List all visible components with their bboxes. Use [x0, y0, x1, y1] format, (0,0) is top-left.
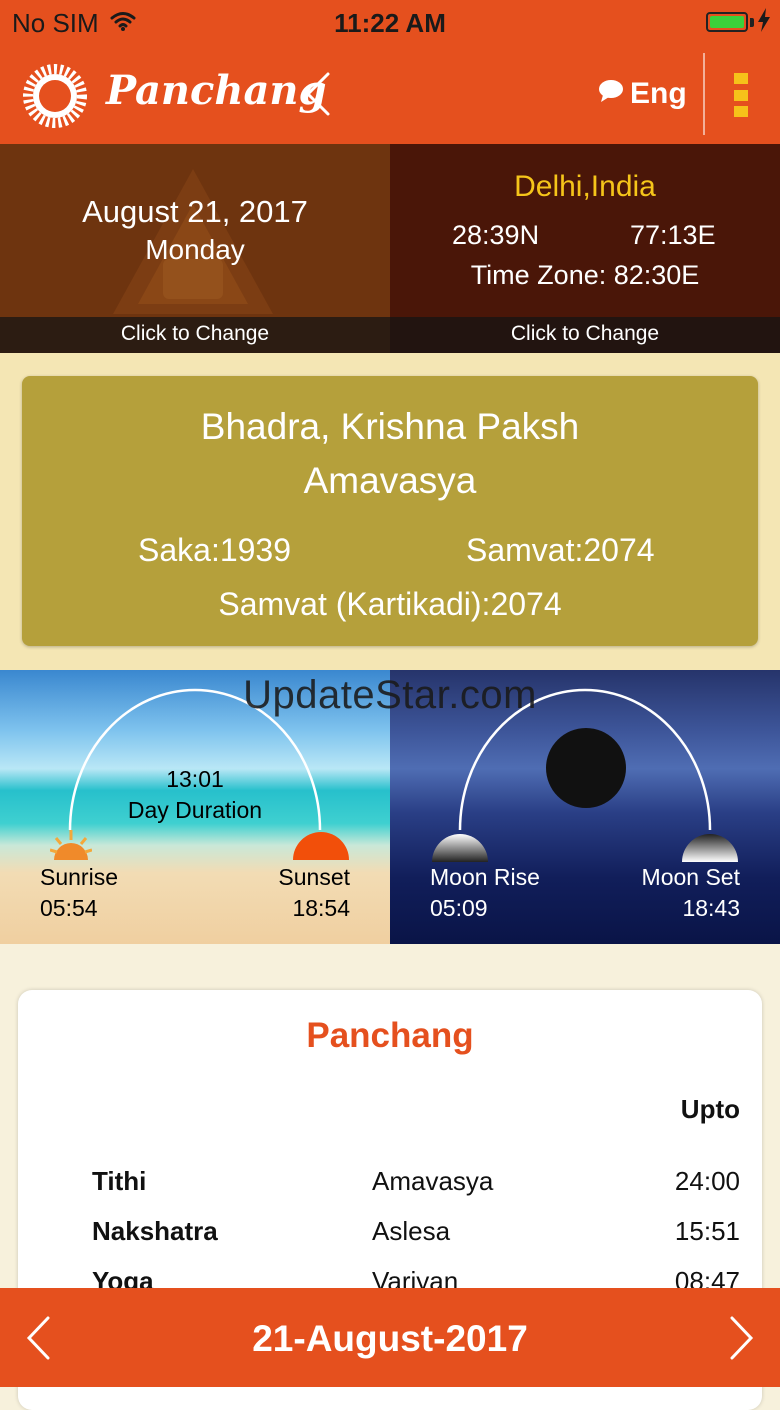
latitude-label: 28:39N — [452, 220, 540, 250]
timezone-label: Time Zone: 82:30E — [470, 260, 700, 290]
sunset-label: Sunset — [278, 864, 350, 890]
sunrise-label: Sunrise — [40, 864, 118, 890]
day-duration-label: Day Duration — [127, 797, 263, 823]
sunrise-icon — [49, 826, 93, 867]
date-panel[interactable]: August 21, 2017 Monday Click to Change — [0, 144, 390, 353]
sunset-time: 18:54 — [292, 895, 350, 921]
row-upto: 15:51 — [674, 1216, 740, 1246]
status-time: 11:22 AM — [334, 8, 446, 38]
month-paksh: Bhadra, Krishna Paksh — [200, 406, 580, 447]
sunrise-time: 05:54 — [40, 895, 98, 921]
longitude-label: 77:13E — [630, 220, 716, 250]
current-date-label[interactable]: 21-August-2017 — [0, 1318, 780, 1360]
samvat-kartikadi: Samvat (Kartikadi):2074 — [218, 586, 562, 622]
selected-weekday: Monday — [145, 234, 245, 265]
row-value: Aslesa — [372, 1216, 451, 1246]
moonrise-label: Moon Rise — [430, 864, 540, 890]
language-label: Eng — [630, 77, 687, 110]
row-upto: 24:00 — [674, 1166, 740, 1196]
moonset-time: 18:43 — [682, 895, 740, 921]
more-menu-icon[interactable] — [734, 73, 748, 117]
sunset-icon — [292, 826, 350, 865]
nav-bar: Panchang Eng — [0, 47, 780, 144]
moonrise-time: 05:09 — [430, 895, 488, 921]
panchang-row: Nakshatra Aslesa 15:51 — [18, 1216, 762, 1260]
city-label: Delhi,India — [514, 170, 656, 203]
day-duration-value: 13:01 — [166, 766, 224, 792]
upto-header: Upto — [680, 1094, 740, 1124]
selected-date: August 21, 2017 — [82, 194, 308, 229]
row-name: Nakshatra — [92, 1216, 218, 1246]
app-title: Panchang — [106, 67, 327, 114]
samvat-year: Samvat:2074 — [466, 532, 655, 568]
nav-divider — [703, 53, 705, 135]
moon-phase-icon — [545, 727, 627, 814]
change-location-button[interactable]: Click to Change — [390, 317, 780, 353]
charging-icon — [758, 8, 770, 39]
date-navigation-bar: 21-August-2017 — [0, 1288, 780, 1387]
row-name: Tithi — [92, 1166, 147, 1196]
panchang-row: Tithi Amavasya 24:00 — [18, 1166, 762, 1210]
chat-bubble-icon — [598, 77, 624, 111]
panchang-title: Panchang — [306, 1016, 474, 1055]
location-panel[interactable]: Delhi,India 28:39N 77:13E Time Zone: 82:… — [390, 144, 780, 353]
watermark: UpdateStar.com — [243, 673, 537, 717]
back-button[interactable] — [304, 71, 332, 122]
row-value: Amavasya — [372, 1166, 494, 1196]
moonset-icon — [680, 828, 740, 867]
info-area: Bhadra, Krishna Paksh Amavasya Saka:1939… — [0, 353, 780, 670]
saka-year: Saka:1939 — [138, 532, 292, 568]
battery-tip — [750, 18, 754, 27]
tithi-name: Amavasya — [303, 460, 477, 501]
calendar-info-card: Bhadra, Krishna Paksh Amavasya Saka:1939… — [22, 376, 758, 646]
next-day-button[interactable] — [728, 1316, 754, 1365]
change-date-button[interactable]: Click to Change — [0, 317, 390, 353]
sun-logo-icon — [20, 61, 90, 136]
battery-icon — [706, 12, 748, 32]
moonset-label: Moon Set — [641, 864, 740, 890]
status-bar: No SIM 11:22 AM — [0, 0, 780, 47]
moonrise-icon — [430, 828, 490, 867]
language-button[interactable]: Eng — [598, 77, 687, 111]
